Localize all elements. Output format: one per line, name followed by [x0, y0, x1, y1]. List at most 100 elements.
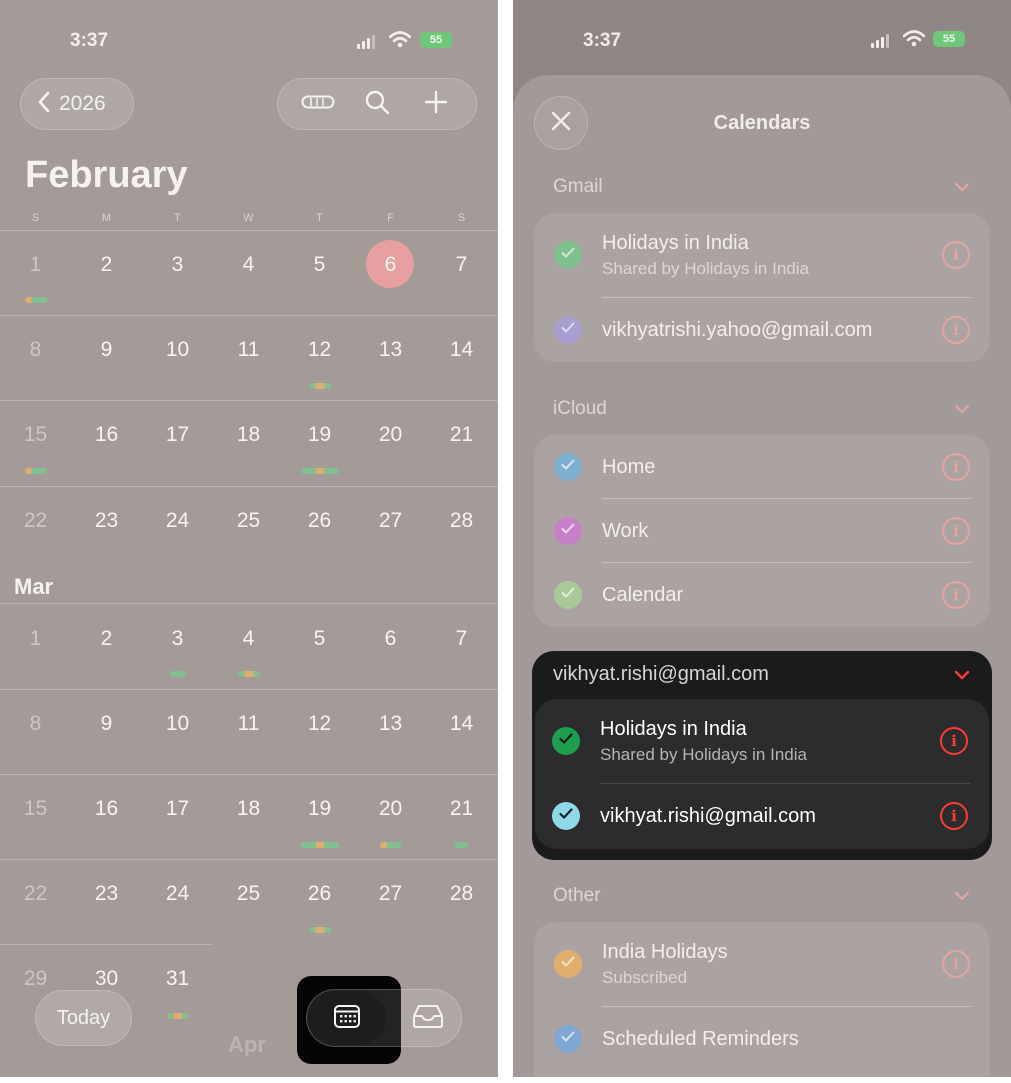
info-icon[interactable]: i — [942, 581, 970, 609]
day-cell[interactable]: 24 — [142, 882, 213, 906]
day-cell[interactable]: 1 — [0, 627, 71, 651]
search-button[interactable] — [359, 86, 395, 122]
day-cell[interactable]: 16 — [71, 797, 142, 821]
day-cell[interactable]: 14 — [426, 338, 497, 362]
day-cell[interactable]: 4 — [213, 253, 284, 277]
info-icon[interactable]: i — [942, 950, 970, 978]
day-cell[interactable]: 17 — [142, 423, 213, 447]
info-icon[interactable]: i — [942, 453, 970, 481]
calendars-tab-button[interactable] — [308, 991, 386, 1045]
day-cell[interactable]: 11 — [213, 338, 284, 362]
info-icon[interactable]: i — [942, 241, 970, 269]
calendar-row[interactable]: Holidays in India Shared by Holidays in … — [535, 699, 989, 783]
day-cell[interactable]: 22 — [0, 882, 71, 906]
calendar-checkbox[interactable] — [554, 950, 582, 978]
inbox-tab-button[interactable] — [404, 1000, 452, 1036]
day-cell[interactable]: 15 — [0, 797, 71, 821]
day-cell[interactable]: 5 — [284, 627, 355, 651]
day-cell[interactable]: 13 — [355, 712, 426, 736]
collapse-other-button[interactable] — [953, 888, 971, 906]
day-cell[interactable]: 7 — [426, 627, 497, 651]
day-cell[interactable]: 27 — [355, 882, 426, 906]
view-switcher-button[interactable] — [300, 86, 336, 122]
calendar-checkbox[interactable] — [554, 241, 582, 269]
calendar-checkbox[interactable] — [552, 727, 580, 755]
day-cell[interactable]: 27 — [355, 509, 426, 533]
calendar-row[interactable]: vikhyat.rishi@gmail.com i — [535, 784, 989, 848]
day-cell[interactable]: 23 — [71, 882, 142, 906]
calendar-row[interactable]: Holidays in India Shared by Holidays in … — [534, 213, 990, 297]
calendar-checkbox[interactable] — [554, 453, 582, 481]
calendar-row[interactable]: Scheduled Reminders — [534, 1007, 990, 1071]
today-button[interactable]: Today — [35, 990, 132, 1046]
day-cell[interactable]: 20 — [355, 423, 426, 447]
calendar-row[interactable]: Calendar i — [534, 563, 990, 627]
day-cell[interactable]: 2 — [71, 627, 142, 651]
day-cell[interactable]: 21 — [426, 423, 497, 447]
collapse-gmail-button[interactable] — [953, 179, 971, 197]
day-cell[interactable]: 26 — [284, 509, 355, 533]
day-cell[interactable]: 13 — [355, 338, 426, 362]
day-cell[interactable]: 8 — [0, 338, 71, 362]
calendar-row[interactable]: Home i — [534, 435, 990, 499]
chevron-down-icon — [954, 667, 970, 685]
day-cell[interactable]: 16 — [71, 423, 142, 447]
info-icon[interactable]: i — [940, 727, 968, 755]
day-cell[interactable]: 10 — [142, 338, 213, 362]
day-cell[interactable]: 24 — [142, 509, 213, 533]
info-icon[interactable]: i — [942, 316, 970, 344]
day-cell[interactable]: 14 — [426, 712, 497, 736]
info-icon[interactable]: i — [942, 517, 970, 545]
calendar-checkbox[interactable] — [554, 1025, 582, 1053]
day-cell[interactable]: 9 — [71, 338, 142, 362]
calendar-checkbox[interactable] — [552, 802, 580, 830]
day-cell[interactable]: 15 — [0, 423, 71, 447]
day-cell[interactable]: 11 — [213, 712, 284, 736]
day-cell[interactable]: 25 — [213, 509, 284, 533]
day-cell[interactable]: 10 — [142, 712, 213, 736]
day-cell[interactable]: 12 — [284, 712, 355, 736]
calendar-row[interactable]: India Holidays Subscribed i — [534, 922, 990, 1006]
day-cell[interactable]: 19 — [284, 423, 355, 447]
day-cell[interactable]: 22 — [0, 509, 71, 533]
calendar-checkbox[interactable] — [554, 581, 582, 609]
day-cell[interactable]: 9 — [71, 712, 142, 736]
day-cell[interactable]: 25 — [213, 882, 284, 906]
calendar-checkbox[interactable] — [554, 517, 582, 545]
day-cell[interactable]: 2 — [71, 253, 142, 277]
day-cell[interactable]: 19 — [284, 797, 355, 821]
day-cell-today[interactable]: 6 — [355, 253, 426, 277]
day-cell[interactable]: 12 — [284, 338, 355, 362]
day-cell[interactable]: 31 — [142, 967, 213, 991]
day-cell[interactable]: 26 — [284, 882, 355, 906]
collapse-account-button[interactable] — [953, 667, 971, 685]
weekday-label: M — [101, 212, 112, 224]
day-cell[interactable]: 4 — [213, 627, 284, 651]
day-cell[interactable]: 28 — [426, 882, 497, 906]
calendar-row[interactable]: vikhyatrishi.yahoo@gmail.com i — [534, 298, 990, 362]
day-cell[interactable]: 5 — [284, 253, 355, 277]
day-cell[interactable]: 18 — [213, 423, 284, 447]
back-to-year-button[interactable]: 2026 — [20, 78, 134, 130]
day-cell[interactable]: 21 — [426, 797, 497, 821]
day-cell[interactable]: 3 — [142, 627, 213, 651]
day-cell[interactable]: 7 — [426, 253, 497, 277]
day-cell[interactable]: 1 — [0, 253, 71, 277]
day-cell[interactable]: 8 — [0, 712, 71, 736]
add-event-button[interactable] — [418, 86, 454, 122]
day-cell[interactable]: 20 — [355, 797, 426, 821]
day-cell[interactable]: 18 — [213, 797, 284, 821]
day-cell[interactable]: 23 — [71, 509, 142, 533]
day-cell[interactable]: 6 — [355, 627, 426, 651]
other-calendar-list: India Holidays Subscribed i Scheduled Re… — [534, 922, 990, 1077]
day-cell[interactable]: 30 — [71, 967, 142, 991]
info-icon[interactable]: i — [940, 802, 968, 830]
day-cell[interactable]: 28 — [426, 509, 497, 533]
calendar-checkbox[interactable] — [554, 316, 582, 344]
day-cell[interactable]: 17 — [142, 797, 213, 821]
week-divider — [0, 400, 498, 401]
day-cell[interactable]: 3 — [142, 253, 213, 277]
day-cell[interactable]: 29 — [0, 967, 71, 991]
collapse-icloud-button[interactable] — [953, 401, 971, 419]
calendar-row[interactable]: Work i — [534, 499, 990, 563]
